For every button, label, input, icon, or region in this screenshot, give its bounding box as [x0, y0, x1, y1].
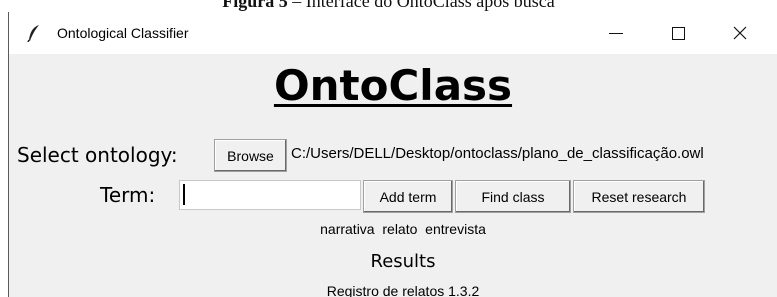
title-bar[interactable]: Ontological Classifier: [9, 12, 777, 54]
ontology-path: C:/Users/DELL/Desktop/ontoclass/plano_de…: [291, 145, 704, 162]
close-button[interactable]: [709, 12, 771, 54]
figure-caption-label: Figura 5: [222, 0, 288, 11]
minimize-icon: [609, 32, 623, 34]
term-label: Term:: [100, 183, 156, 207]
term-list: narrativa relato entrevista: [320, 221, 486, 237]
result-item: Registro de relatos 1.3.2: [326, 283, 480, 297]
app-window: Ontological Classifier OntoClass Select …: [8, 12, 777, 297]
find-class-button[interactable]: Find class: [455, 180, 571, 213]
window-title: Ontological Classifier: [57, 25, 189, 41]
text-caret: [183, 184, 185, 205]
browse-button[interactable]: Browse: [214, 139, 287, 172]
maximize-button[interactable]: [647, 12, 709, 54]
select-ontology-label: Select ontology:: [17, 143, 178, 167]
feather-icon: [27, 25, 39, 42]
results-heading: Results: [370, 251, 436, 272]
reset-research-button[interactable]: Reset research: [573, 180, 705, 213]
app-heading: OntoClass: [273, 61, 513, 110]
minimize-button[interactable]: [585, 12, 647, 54]
main-panel: OntoClass Select ontology: Browse C:/Use…: [9, 54, 777, 297]
figure-caption-text: – Interface do OntoClass após busca: [287, 0, 555, 11]
term-input[interactable]: [179, 180, 361, 210]
maximize-icon: [671, 26, 685, 40]
figure-caption: Figura 5 – Interface do OntoClass após b…: [0, 0, 777, 11]
add-term-button[interactable]: Add term: [363, 180, 453, 213]
close-icon: [733, 26, 747, 40]
